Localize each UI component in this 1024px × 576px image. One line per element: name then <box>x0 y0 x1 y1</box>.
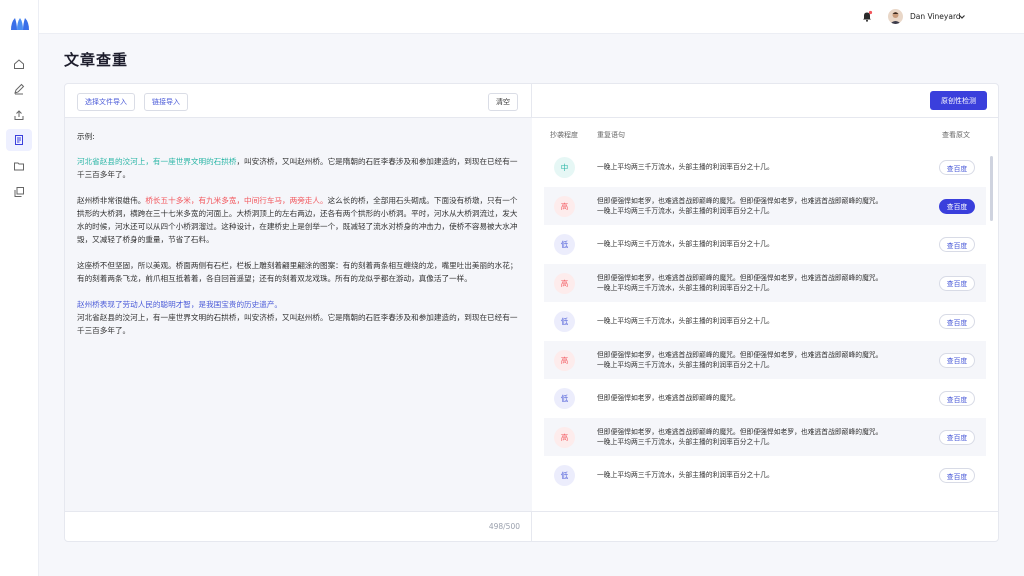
level-badge: 高 <box>554 272 575 294</box>
char-counter: 498/500 <box>488 522 520 531</box>
main-card: 选择文件导入 链接导入 清空 示例: 河北省赵县的洨河上，有一座世界文明的石拱桥… <box>64 83 999 542</box>
logo-icon <box>11 18 29 30</box>
duplicate-sentence: 但即便强悍如老罗，也难逃首战即巅峰的魔咒。 <box>597 394 740 402</box>
level-badge: 高 <box>554 195 575 217</box>
view-source-button[interactable]: 查百度 <box>939 198 975 214</box>
view-source-button[interactable]: 查百度 <box>939 275 975 291</box>
table-row: 高 但即便强悍如老罗，也难逃首战即巅峰的魔咒。但即便强悍如老罗，也难逃首战即巅峰的… <box>544 417 986 456</box>
input-toolbar: 选择文件导入 链接导入 清空 <box>65 84 532 118</box>
page-title: 文章查重 <box>64 51 129 69</box>
paragraph-1: 河北省赵县的洨河上，有一座世界文明的石拱桥，叫安济桥，又叫赵州桥。它是隋朝的石匠… <box>77 155 520 181</box>
table-row: 中 一晚上平均两三千万流水，头部主播的利润率百分之十几。 查百度 <box>544 148 986 187</box>
duplicate-sentence: 一晚上平均两三千万流水，头部主播的利润率百分之十几。 <box>597 317 774 325</box>
column-sentence: 重复语句 <box>597 131 625 139</box>
results-scrollbar[interactable] <box>990 156 993 221</box>
view-source-button[interactable]: 查百度 <box>939 352 975 368</box>
sentence-line: 一晚上平均两三千万流水，头部主播的利润率百分之十几。 <box>597 437 774 446</box>
nav-check-button[interactable] <box>6 129 32 151</box>
level-badge: 低 <box>554 311 575 332</box>
column-level: 抄袭程度 <box>550 131 578 139</box>
avatar[interactable] <box>888 9 903 24</box>
input-pane: 选择文件导入 链接导入 清空 示例: 河北省赵县的洨河上，有一座世界文明的石拱桥… <box>65 84 532 541</box>
sentence-line: 但即便强悍如老罗，也难逃首战即巅峰的魔咒。但即便强悍如老罗，也难逃首战即巅峰的魔… <box>597 273 883 282</box>
duplicate-sentence: 一晚上平均两三千万流水，头部主播的利润率百分之十几。 <box>597 240 774 248</box>
top-bar <box>39 0 1024 34</box>
highlight-low: 赵州桥表现了劳动人民的聪明才智，是我国宝贵的历史遗产。 <box>77 300 283 309</box>
highlight-mid: 河北省赵县的洨河上，有一座世界文明的石拱桥 <box>77 157 237 166</box>
results-footer <box>532 511 998 541</box>
column-source: 查看原文 <box>942 131 970 139</box>
level-badge: 高 <box>554 349 575 371</box>
duplicate-sentence: 但即便强悍如老罗，也难逃首战即巅峰的魔咒。但即便强悍如老罗，也难逃首战即巅峰的魔… <box>597 427 917 447</box>
home-icon <box>14 59 24 69</box>
paragraph-4: 赵州桥表现了劳动人民的聪明才智，是我国宝贵的历史遗产。河北省赵县的洨河上，有一座… <box>77 298 520 337</box>
results-toolbar: 原创性检测 <box>532 84 998 118</box>
level-badge: 低 <box>554 465 575 486</box>
view-source-button[interactable]: 查百度 <box>939 160 975 175</box>
view-source-button[interactable]: 查百度 <box>939 429 975 445</box>
paragraph-text: 河北省赵县的洨河上，有一座世界文明的石拱桥，叫安济桥，又叫赵州桥。它是隋朝的石匠… <box>77 313 518 335</box>
pen-icon <box>14 83 25 95</box>
nav-edit-button[interactable] <box>6 78 32 100</box>
folder-icon <box>14 162 24 171</box>
input-footer: 498/500 <box>65 511 532 541</box>
clear-button[interactable]: 清空 <box>488 93 518 111</box>
sentence-line: 但即便强悍如老罗，也难逃首战即巅峰的魔咒。但即便强悍如老罗，也难逃首战即巅峰的魔… <box>597 350 883 359</box>
duplicate-sentence: 但即便强悍如老罗，也难逃首战即巅峰的魔咒。但即便强悍如老罗，也难逃首战即巅峰的魔… <box>597 273 917 293</box>
document-check-icon <box>15 135 23 145</box>
paragraph-3: 这座桥不但坚固，所以美观。桥面两侧有石栏，栏板上雕刻着翩里翩涂的图案：有的刻着两… <box>77 261 518 283</box>
results-list: 中一晚上平均两三千万流水，头部主播的利润率百分之十几。 查百度高但即便强悍如老罗，… <box>544 148 986 495</box>
table-row: 高 但即便强悍如老罗，也难逃首战即巅峰的魔咒。但即便强悍如老罗，也难逃首战即巅峰的… <box>544 186 986 225</box>
level-badge: 低 <box>554 388 575 409</box>
duplicate-sentence: 但即便强悍如老罗，也难逃首战即巅峰的魔咒。但即便强悍如老罗，也难逃首战即巅峰的魔… <box>597 196 917 216</box>
copy-icon <box>14 187 24 197</box>
sentence-line: 一晚上平均两三千万流水，头部主播的利润率百分之十几。 <box>597 283 774 292</box>
sentence-line: 一晚上平均两三千万流水，头部主播的利润率百分之十几。 <box>597 360 774 369</box>
table-row: 高 但即便强悍如老罗，也难逃首战即巅峰的魔咒。但即便强悍如老罗，也难逃首战即巅峰的… <box>544 263 986 302</box>
view-source-button[interactable]: 查百度 <box>939 314 975 329</box>
highlight-high: 桥长五十多米，有九米多宽，中间行车马，两旁走人。 <box>145 196 328 205</box>
table-row: 高 但即便强悍如老罗，也难逃首战即巅峰的魔咒。但即便强悍如老罗，也难逃首战即巅峰的… <box>544 340 986 379</box>
sentence-line: 一晚上平均两三千万流水，头部主播的利润率百分之十几。 <box>597 206 774 215</box>
paragraph-text: 赵州桥非常很雄伟。 <box>77 196 146 205</box>
duplicate-sentence: 一晚上平均两三千万流水，头部主播的利润率百分之十几。 <box>597 163 774 171</box>
level-badge: 高 <box>554 426 575 448</box>
article-editor[interactable]: 示例: 河北省赵县的洨河上，有一座世界文明的石拱桥，叫安济桥，又叫赵州桥。它是隋… <box>65 118 532 511</box>
view-source-button[interactable]: 查百度 <box>939 391 975 406</box>
table-row: 低 但即便强悍如老罗，也难逃首战即巅峰的魔咒。 查百度 <box>544 379 986 418</box>
duplicate-sentence: 但即便强悍如老罗，也难逃首战即巅峰的魔咒。但即便强悍如老罗，也难逃首战即巅峰的魔… <box>597 350 917 370</box>
import-link-button[interactable]: 链接导入 <box>144 93 188 111</box>
duplicate-sentence: 一晚上平均两三千万流水，头部主播的利润率百分之十几。 <box>597 471 774 479</box>
view-source-button[interactable]: 查百度 <box>939 237 975 252</box>
results-pane: 原创性检测 抄袭程度 重复语句 查看原文 中一晚上平均两三千万流水，头部主播的利… <box>532 84 998 541</box>
nav-upload-button[interactable] <box>6 104 32 126</box>
nav-folder-button[interactable] <box>6 155 32 177</box>
bell-icon[interactable] <box>861 10 873 22</box>
table-row: 低 一晚上平均两三千万流水，头部主播的利润率百分之十几。 查百度 <box>544 225 986 264</box>
view-source-button[interactable]: 查百度 <box>939 468 975 483</box>
sentence-line: 但即便强悍如老罗，也难逃首战即巅峰的魔咒。但即便强悍如老罗，也难逃首战即巅峰的魔… <box>597 427 883 436</box>
nav-home-button[interactable] <box>6 53 32 75</box>
upload-icon <box>14 110 24 120</box>
table-row: 低 一晚上平均两三千万流水，头部主播的利润率百分之十几。 查百度 <box>544 302 986 341</box>
example-label: 示例: <box>77 132 95 141</box>
nav-copy-button[interactable] <box>6 181 32 203</box>
level-badge: 低 <box>554 234 575 255</box>
chevron-down-icon[interactable] <box>958 13 966 21</box>
user-avatar-icon <box>890 12 901 24</box>
originality-check-button[interactable]: 原创性检测 <box>930 91 987 110</box>
level-badge: 中 <box>554 157 575 178</box>
left-rail <box>0 0 39 576</box>
paragraph-2: 赵州桥非常很雄伟。桥长五十多米，有九米多宽，中间行车马，两旁走人。这么长的桥，全… <box>77 194 520 246</box>
import-file-button[interactable]: 选择文件导入 <box>77 93 135 111</box>
sentence-line: 但即便强悍如老罗，也难逃首战即巅峰的魔咒。但即便强悍如老罗，也难逃首战即巅峰的魔… <box>597 196 883 205</box>
table-row: 低 一晚上平均两三千万流水，头部主播的利润率百分之十几。 查百度 <box>544 456 986 495</box>
username[interactable]: Dan Vineyard <box>910 12 961 21</box>
